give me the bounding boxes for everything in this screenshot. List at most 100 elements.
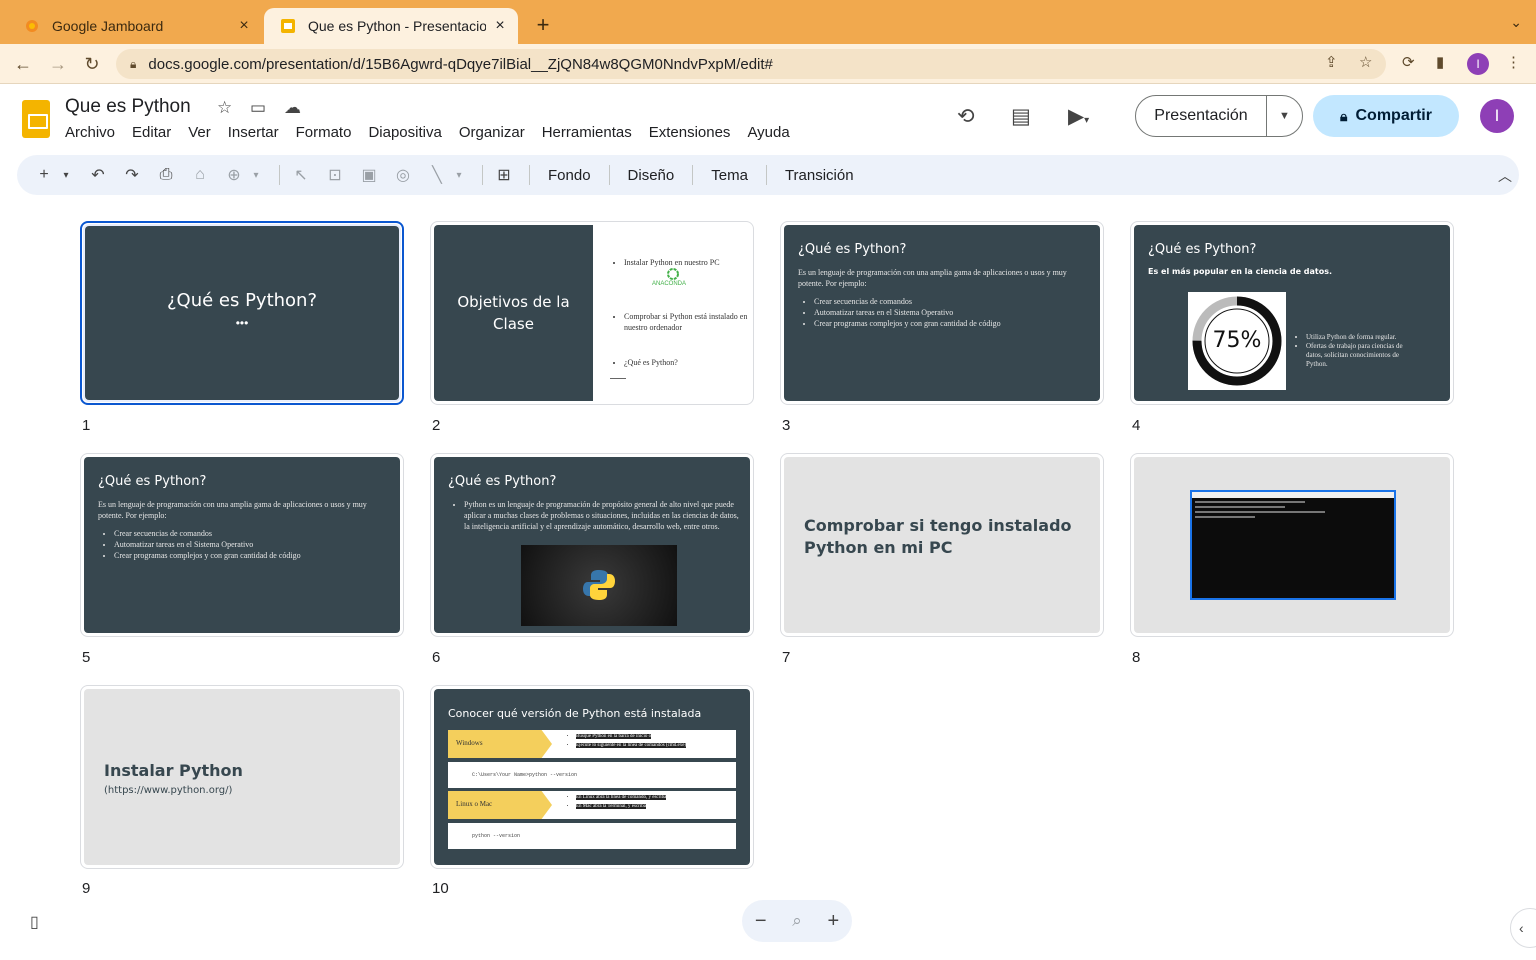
menu-formato[interactable]: Formato [296,124,352,141]
bookmark-star-icon[interactable]: ☆ [1359,53,1372,71]
back-arrow-icon[interactable]: ← [11,52,35,76]
document-title[interactable]: Que es Python [65,96,191,118]
slide-title: ¿Qué es Python? [1148,242,1257,257]
shape-icon[interactable]: ◎ [394,165,412,185]
percent-chart-card: 75% [1188,292,1286,390]
slide-subtitle: Es el más popular en la ciencia de datos… [1148,267,1333,276]
zoom-search-icon[interactable]: ⌕ [792,911,802,931]
bullet-item: Busque Python en la barra de inicio o [576,732,686,741]
row-label: Linux o Mac [456,800,493,808]
close-tab-icon[interactable]: × [236,17,252,35]
slide-thumbnail-8[interactable] [1130,453,1454,637]
menu-editar[interactable]: Editar [132,124,171,141]
cloud-status-icon[interactable]: ☁ [284,98,301,118]
camera-meet-icon[interactable]: ▶︎▾ [1068,104,1089,129]
select-cursor-icon[interactable]: ↖ [292,165,310,185]
url-field[interactable]: 🔒︎ docs.google.com/presentation/d/15B6Ag… [116,49,1386,79]
image-icon[interactable]: ▣ [360,165,378,185]
side-panel-icon[interactable]: ▮ [1436,53,1444,71]
redo-icon[interactable]: ↷ [123,165,141,185]
slide-number: 6 [432,649,441,666]
percent-label: 75% [1212,328,1262,353]
menu-archivo[interactable]: Archivo [65,124,115,141]
slide-canvas: Instalar Python (https://www.python.org/… [84,689,400,865]
line-icon[interactable]: ╲ [428,165,446,185]
bullet-item: En Mac abra la Terminal, y escriba [576,802,666,811]
browser-tab-slides[interactable]: Que es Python - Presentaciones × [264,8,518,44]
undo-icon[interactable]: ↶ [89,165,107,185]
browser-tab-jamboard[interactable]: Google Jamboard × [8,8,262,44]
reload-icon[interactable]: ↻ [80,52,104,76]
slide-thumbnail-9[interactable]: Instalar Python (https://www.python.org/… [80,685,404,869]
slide-thumbnail-4[interactable]: ¿Qué es Python? Es el más popular en la … [1130,221,1454,405]
bullet-item: Instalar Python en nuestro PC [624,257,748,268]
menu-extensiones[interactable]: Extensiones [649,124,731,141]
slide-thumbnail-2[interactable]: Objetivos de la Clase Instalar Python en… [430,221,754,405]
tab-search-chevron-icon[interactable]: ⌄ [1510,14,1522,31]
slides-logo-icon[interactable] [22,100,50,138]
star-icon[interactable]: ☆ [217,98,232,118]
bullet-item: Python es un lenguaje de programación de… [464,499,744,532]
bullet-item: Crear secuencias de comandos [814,296,1088,307]
slide-title: Instalar Python [104,761,243,780]
transition-button[interactable]: Transición [779,167,860,184]
menu-diapositiva[interactable]: Diapositiva [368,124,441,141]
text-box-icon[interactable]: ⊡ [326,165,344,185]
zoom-out-icon[interactable]: − [755,910,767,933]
menu-herramientas[interactable]: Herramientas [542,124,632,141]
share-page-icon[interactable]: ⇪ [1325,53,1338,71]
menu-insertar[interactable]: Insertar [228,124,279,141]
slide-thumbnail-7[interactable]: Comprobar si tengo instalado Python en m… [780,453,1104,637]
close-tab-icon[interactable]: × [492,17,508,35]
table-row-windows: Windows Busque Python en la barra de ini… [448,730,736,758]
collapse-toolbar-chevron-icon[interactable]: ︿ [1498,166,1512,186]
share-button[interactable]: 🔒︎ Compartir [1313,95,1459,137]
new-tab-icon[interactable]: + [532,12,554,38]
side-panel-chevron-icon[interactable]: ‹ [1510,908,1536,948]
print-icon[interactable]: ⎙ [157,166,175,184]
toolbar: + ▾ ↶ ↷ ⎙ ⌂ ⊕ ▾ ↖ ⊡ ▣ ◎ ╲ ▾ ⊞ Fondo Dise… [17,155,1519,195]
account-avatar[interactable]: I [1480,99,1514,133]
python-logo-image [521,545,677,626]
browser-menu-icon[interactable]: ⋮ [1506,53,1521,71]
slide-thumbnail-10[interactable]: Conocer qué versión de Python está insta… [430,685,754,869]
line-dropdown-icon[interactable]: ▾ [450,170,468,181]
grid-zoom-control: − ⌕ + [742,900,852,942]
present-button[interactable]: Presentación [1136,96,1267,136]
slide-thumbnail-5[interactable]: ¿Qué es Python? Es un lenguaje de progra… [80,453,404,637]
browser-profile-avatar[interactable]: I [1467,53,1489,75]
toolbar-divider [608,165,610,185]
forward-arrow-icon[interactable]: → [46,52,70,76]
present-dropdown-icon[interactable]: ▼ [1267,96,1302,136]
menu-organizar[interactable]: Organizar [459,124,525,141]
menu-ver[interactable]: Ver [188,124,211,141]
filmstrip-toggle-icon[interactable]: ▯ [30,912,39,932]
menu-ayuda[interactable]: Ayuda [747,124,789,141]
slide-thumbnail-3[interactable]: ¿Qué es Python? Es un lenguaje de progra… [780,221,1104,405]
new-slide-icon[interactable]: + [35,166,53,184]
toolbar-divider [482,165,483,185]
zoom-in-icon[interactable]: + [827,910,839,933]
bullet-item: Crear secuencias de comandos [114,528,388,539]
zoom-dropdown-icon[interactable]: ▾ [247,170,265,181]
extensions-icon[interactable]: ⟳ [1402,53,1415,71]
slide-canvas: ¿Qué es Python? Es un lenguaje de progra… [84,457,400,633]
zoom-icon[interactable]: ⊕ [225,165,243,185]
code-snippet: python --version [472,833,521,839]
new-slide-dropdown-icon[interactable]: ▾ [57,170,75,181]
add-comment-icon[interactable]: ⊞ [495,165,513,185]
comment-icon[interactable]: ▤ [1011,104,1031,129]
browser-tab-strip: Google Jamboard × Que es Python - Presen… [0,0,1536,44]
layout-button[interactable]: Diseño [622,167,681,184]
move-folder-icon[interactable]: ▭ [250,98,266,118]
version-history-icon[interactable]: ⟲ [957,104,975,129]
python-logo-icon [583,570,615,600]
slide-thumbnail-6[interactable]: ¿Qué es Python? Python es un lenguaje de… [430,453,754,637]
paint-format-icon[interactable]: ⌂ [191,166,209,184]
slide-thumbnail-1[interactable]: ¿Qué es Python? ••• [80,221,404,405]
slide-title: ¿Qué es Python? [98,474,207,489]
background-button[interactable]: Fondo [542,167,597,184]
present-button-group: Presentación ▼ [1135,95,1303,137]
theme-button[interactable]: Tema [705,167,754,184]
slide-bullets: Utiliza Python de forma regular. Ofertas… [1290,333,1414,369]
